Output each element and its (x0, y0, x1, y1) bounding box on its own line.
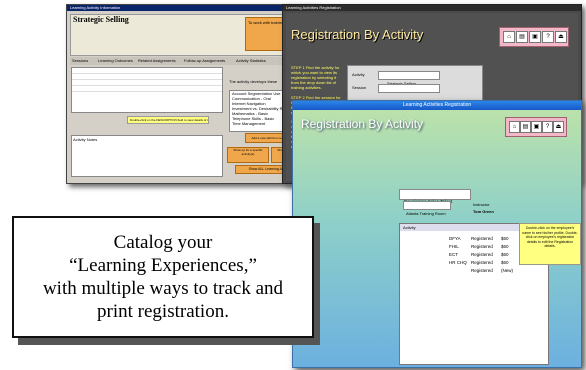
toolbar: ⌂ ▤ ▣ ? ⏏ (505, 117, 567, 137)
activity-develops-label: The activity develops these (229, 79, 278, 84)
exit-icon[interactable]: ⏏ (553, 121, 564, 133)
activity-dropdown[interactable]: Strategic Selling (378, 71, 440, 86)
tab-activity-statistics[interactable]: Activity Statistics (236, 58, 266, 63)
print-icon[interactable]: ▤ (516, 31, 528, 43)
preview-icon[interactable]: ▣ (531, 121, 542, 133)
registration-window-blue: Learning Activities Registration Registr… (292, 100, 582, 368)
info-box: Double-click on the employee's name to s… (519, 223, 581, 265)
caption-line-3: with multiple ways to track and (42, 278, 284, 299)
activity-title: Strategic Selling (73, 15, 129, 24)
tab-learning-outcomes[interactable]: Learning Outcomes (98, 58, 133, 63)
tab-follow-up-assignments[interactable]: Follow-up Assignments (184, 58, 225, 63)
home-icon[interactable]: ⌂ (503, 31, 515, 43)
session-label: Session (352, 85, 367, 90)
activity-tabs: Sessions Learning Outcomes Related Assig… (70, 57, 312, 65)
caption-line-4: print registration. (97, 301, 229, 322)
help-icon[interactable]: ? (542, 31, 554, 43)
location-note: Double-click on the DESCRIPTION field to… (127, 116, 209, 124)
caption-line-2: “Learning Experiences,” (69, 255, 257, 276)
preview-icon[interactable]: ▣ (529, 31, 541, 43)
print-icon[interactable]: ▤ (520, 121, 531, 133)
activity-notes-box[interactable]: Activity Notes (71, 135, 223, 177)
table-row[interactable]: Registered (New) (401, 267, 543, 275)
home-icon[interactable]: ⌂ (509, 121, 520, 133)
help-icon[interactable]: ? (542, 121, 553, 133)
page-title: Registration By Activity (291, 27, 424, 42)
sessions-grid[interactable] (71, 67, 223, 113)
window-title-bar: Learning Activity Information (67, 5, 315, 11)
activity-label: Activity (352, 72, 365, 77)
window-title-bar: Learning Activities Registration (293, 101, 581, 110)
instructor-label: Instructor (473, 202, 490, 207)
exit-icon[interactable]: ⏏ (555, 31, 567, 43)
tab-related-assignments[interactable]: Related Assignments (138, 58, 176, 63)
session-dropdown[interactable]: Atlanta Training Room (403, 201, 451, 216)
learning-activity-window: Learning Activity Information Strategic … (66, 4, 316, 184)
tab-sessions[interactable]: Sessions (72, 58, 88, 63)
show-activity-button[interactable]: Show up for a specific activity(s) (227, 147, 269, 163)
session-dropdown[interactable] (378, 84, 440, 93)
activity-select-panel: Activity Strategic Selling Session (347, 65, 483, 103)
caption-line-1: Catalog your (113, 232, 213, 253)
instructor-value: Tom Green (473, 209, 494, 214)
step-1-text: STEP 1 Find the activity for which you w… (291, 65, 340, 90)
page-title: Registration By Activity (301, 117, 424, 131)
caption-box: Catalog your “Learning Experiences,” wit… (12, 216, 314, 338)
toolbar: ⌂ ▤ ▣ ? ⏏ (499, 27, 569, 47)
activity-notes-label: Activity Notes (73, 137, 98, 142)
window-title-bar: Learning Activities Registration (283, 5, 581, 11)
activity-dropdown[interactable]: Developing Sales Talent (399, 189, 471, 204)
